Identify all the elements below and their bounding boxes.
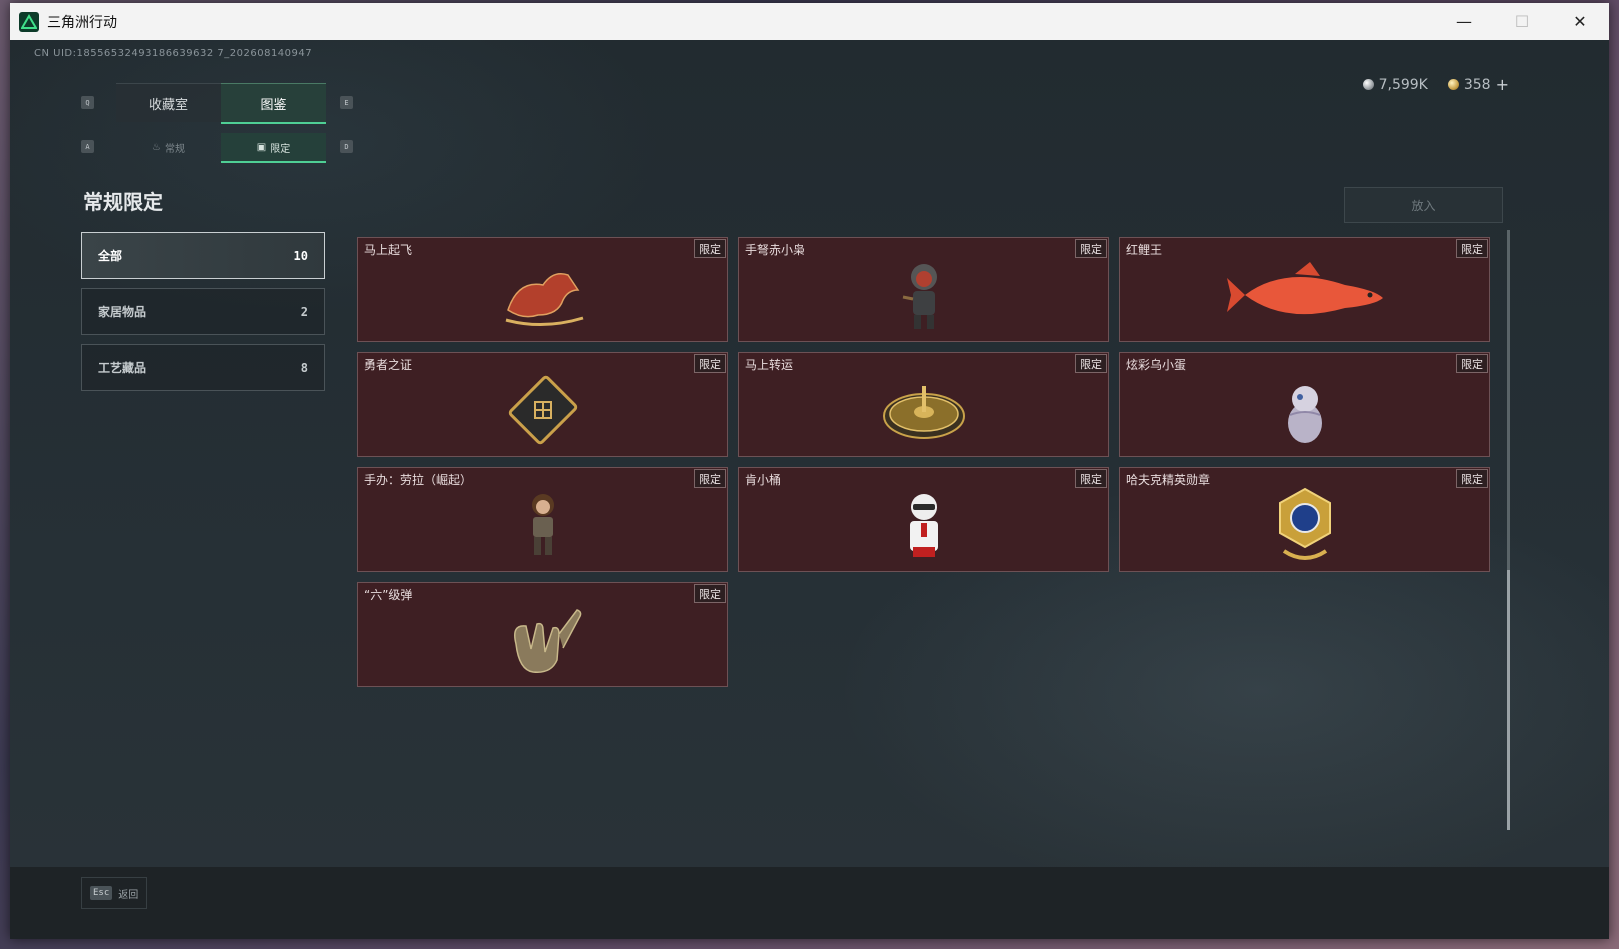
close-button[interactable]: ✕ (1551, 3, 1609, 40)
item-card[interactable]: 勇者之证 限定 (357, 352, 728, 457)
item-name: 哈夫克精英勋章 (1126, 473, 1211, 487)
key-hint-d: D (340, 140, 353, 153)
horse-icon (505, 272, 583, 326)
limited-badge: 限定 (1075, 354, 1107, 373)
item-card[interactable]: 手弩赤小枭 限定 (738, 237, 1109, 342)
figurine-icon (531, 493, 554, 555)
item-name: 炫彩乌小蛋 (1126, 358, 1187, 372)
category-count: 10 (293, 248, 308, 263)
item-card[interactable]: 炫彩乌小蛋 限定 (1119, 352, 1490, 457)
tab-regular[interactable]: ♨ 常规 (116, 133, 221, 161)
figure-icon (902, 263, 937, 329)
silver-currency: 7,599K (1362, 76, 1428, 93)
gold-amount: 358 (1463, 76, 1491, 93)
item-name: 红鲤王 (1126, 243, 1163, 257)
item-card[interactable]: 哈夫克精英勋章 限定 (1119, 467, 1490, 572)
scrollbar[interactable] (1507, 230, 1510, 830)
category-label: 家居物品 (98, 305, 147, 319)
limited-badge: 限定 (1075, 239, 1107, 258)
wheel-icon (882, 385, 965, 439)
category-count: 8 (300, 360, 308, 375)
sub-tabs: ♨ 常规 ▣ 限定 (116, 133, 326, 163)
hand-icon (513, 608, 581, 673)
scrollbar-thumb[interactable] (1507, 230, 1510, 570)
limited-badge: 限定 (694, 239, 726, 258)
category-craft[interactable]: 工艺藏品 8 (81, 344, 325, 391)
item-card[interactable]: 红鲤王 限定 (1119, 237, 1490, 342)
card-icon (508, 375, 577, 444)
limited-badge: 限定 (1075, 469, 1107, 488)
colonel-icon (909, 493, 938, 557)
scrollbar-rest (1507, 570, 1510, 830)
egg-icon (1287, 385, 1322, 443)
tab-limited-label: 限定 (270, 143, 291, 155)
item-card[interactable]: 马上转运 限定 (738, 352, 1109, 457)
put-in-button[interactable]: 放入 (1344, 187, 1503, 223)
key-hint-e: E (340, 96, 353, 109)
item-name: 马上起飞 (364, 243, 413, 257)
item-name: 肯小桶 (745, 473, 782, 487)
limited-badge: 限定 (1456, 469, 1488, 488)
tab-regular-label: 常规 (164, 143, 185, 155)
gold-coin-icon (1447, 79, 1459, 90)
category-label: 工艺藏品 (98, 361, 147, 375)
main-content: CN UID:18556532493186639632 7_2026081409… (10, 40, 1609, 939)
item-name: 勇者之证 (364, 358, 413, 372)
limited-badge: 限定 (1456, 239, 1488, 258)
app-window: 三角洲行动 — ☐ ✕ CN UID:18556532493186639632 … (10, 3, 1609, 939)
item-name: 马上转运 (745, 358, 794, 372)
silver-coin-icon (1362, 79, 1374, 90)
flame-icon: ♨ (152, 141, 161, 153)
currency-bar: 7,599K 358 + (1362, 75, 1509, 94)
key-hint-a: A (81, 140, 94, 153)
limited-badge: 限定 (1456, 354, 1488, 373)
fish-icon (1226, 261, 1383, 314)
app-logo-icon (19, 11, 39, 32)
tab-limited[interactable]: ▣ 限定 (221, 133, 326, 163)
maximize-button[interactable]: ☐ (1493, 3, 1551, 40)
bottom-bar: Esc 返回 (10, 867, 1609, 939)
back-label: 返回 (118, 889, 139, 901)
item-name: 手弩赤小枭 (745, 243, 806, 257)
category-all[interactable]: 全部 10 (81, 232, 325, 279)
tab-catalog[interactable]: 图鉴 (221, 83, 326, 124)
item-card[interactable]: 肯小桶 限定 (738, 467, 1109, 572)
item-name: 手办：劳拉（崛起） (364, 473, 473, 487)
add-currency-button[interactable]: + (1496, 75, 1509, 94)
item-card[interactable]: “六”级弹 限定 (357, 582, 728, 687)
key-hint-q: Q (81, 96, 94, 109)
uid-text: CN UID:18556532493186639632 7_2026081409… (34, 48, 313, 59)
limited-badge: 限定 (694, 584, 726, 603)
limited-badge: 限定 (694, 469, 726, 488)
tab-collection-room[interactable]: 收藏室 (116, 83, 221, 122)
item-grid: 马上起飞 限定 手弩赤小枭 限定 红鲤王 限定 勇者之证 限定 马上转运 限定 … (357, 237, 1490, 687)
main-tabs: 收藏室 图鉴 (116, 83, 326, 124)
item-card[interactable]: 马上起飞 限定 (357, 237, 728, 342)
title-bar: 三角洲行动 — ☐ ✕ (10, 3, 1609, 40)
back-button[interactable]: Esc 返回 (81, 877, 147, 909)
minimize-button[interactable]: — (1435, 3, 1493, 40)
medal-icon (1278, 487, 1331, 560)
page-title: 常规限定 (83, 190, 163, 214)
window-title: 三角洲行动 (47, 14, 117, 31)
badge-icon: ▣ (256, 141, 267, 153)
esc-key: Esc (90, 886, 113, 900)
gold-currency: 358 + (1447, 75, 1509, 94)
item-name: “六”级弹 (364, 588, 413, 602)
limited-badge: 限定 (694, 354, 726, 373)
category-home[interactable]: 家居物品 2 (81, 288, 325, 335)
category-count: 2 (300, 304, 308, 319)
category-list: 全部 10 家居物品 2 工艺藏品 8 (81, 232, 325, 400)
item-card[interactable]: 手办：劳拉（崛起） 限定 (357, 467, 728, 572)
silver-amount: 7,599K (1378, 76, 1428, 93)
category-label: 全部 (98, 249, 123, 263)
